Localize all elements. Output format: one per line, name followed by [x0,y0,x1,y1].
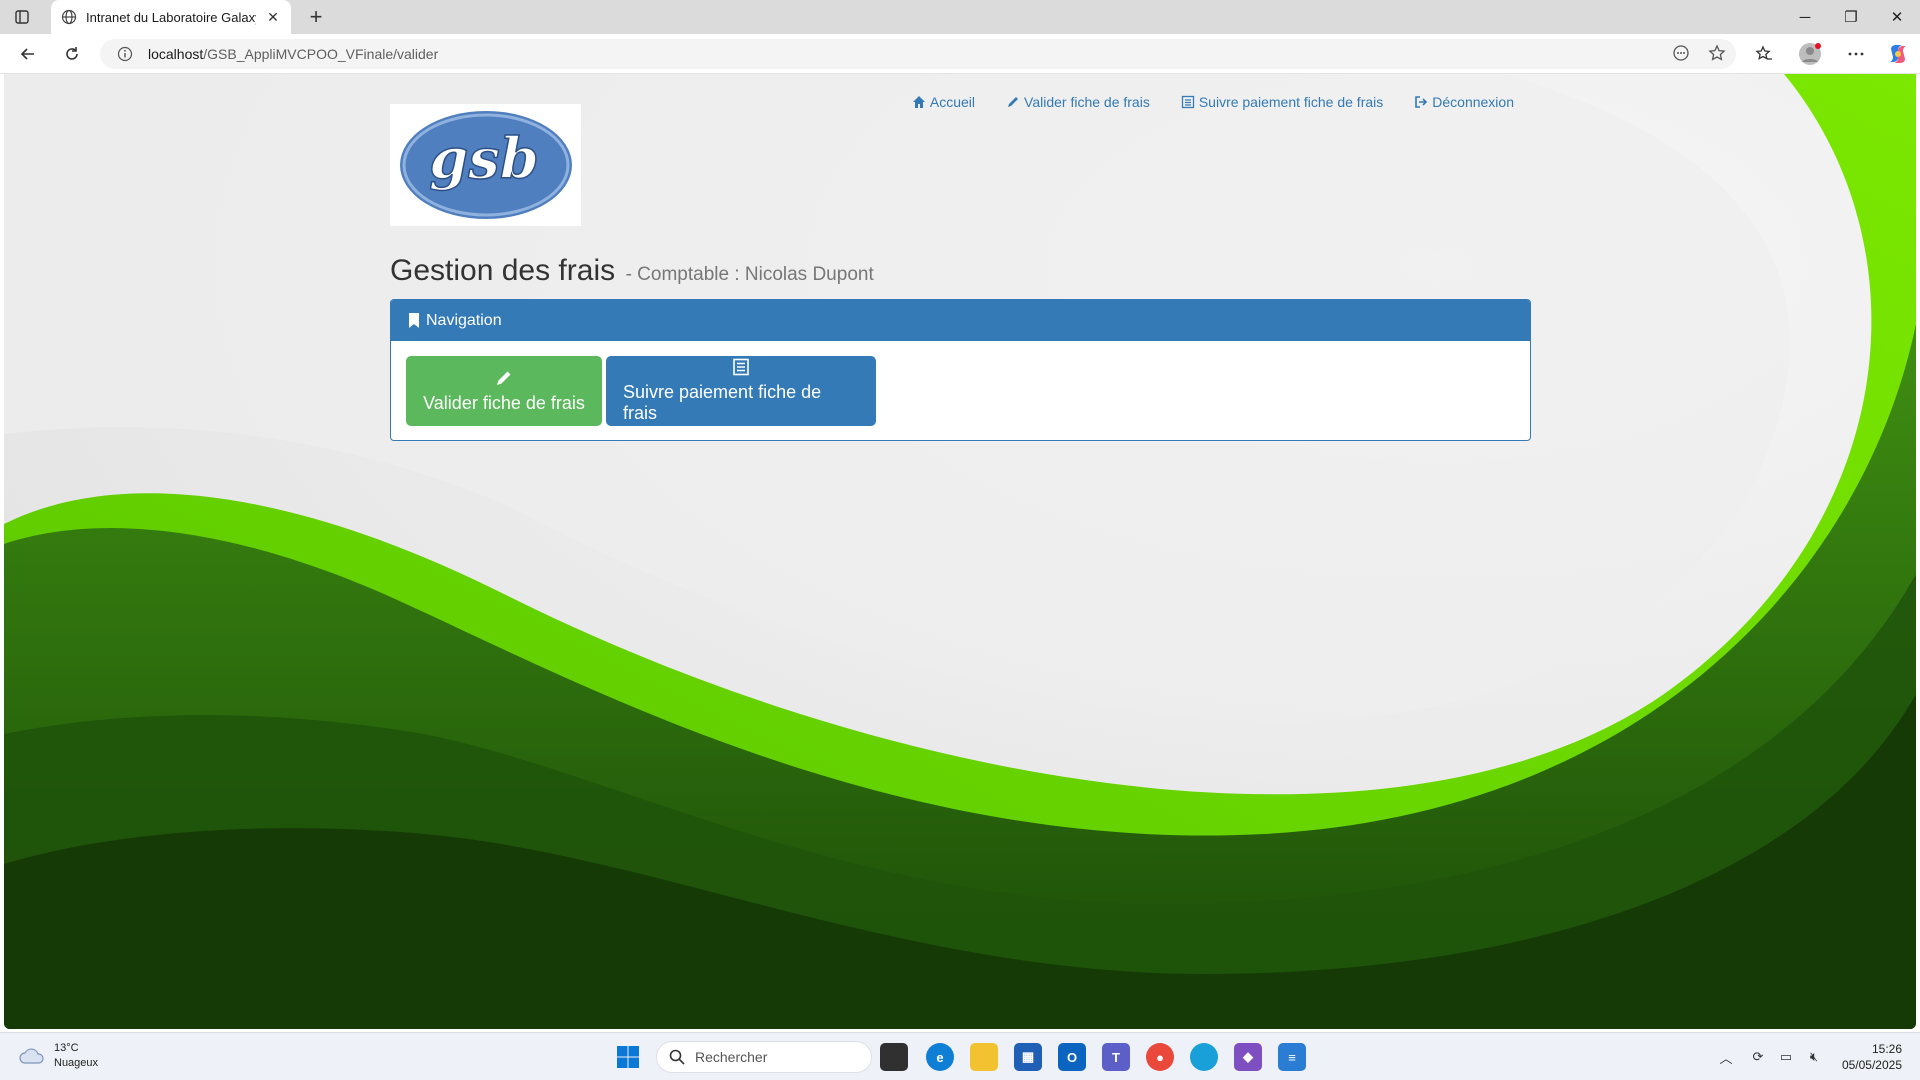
suivre-paiement-button[interactable]: Suivre paiement fiche de frais [606,356,876,426]
suivre-paiement-button-label: Suivre paiement fiche de frais [623,382,822,423]
navigation-panel-header: Navigation [391,300,1530,341]
pencil-icon [497,371,511,385]
read-aloud-icon[interactable] [1672,44,1690,62]
tab-actions-icon [15,10,29,24]
search-icon [669,1049,685,1065]
weather-widget[interactable]: 13°C Nuageux [18,1041,98,1071]
cloud-icon [19,1048,44,1064]
green-wave-background [4,74,1916,1029]
new-tab-button[interactable]: + [302,3,330,31]
logout-icon [1415,96,1428,108]
tab-actions-button[interactable] [8,5,36,29]
nav-deconnexion-label: Déconnexion [1432,94,1514,110]
pencil-icon [1008,97,1019,107]
back-icon[interactable] [12,38,44,70]
home-icon [912,96,925,108]
tab-title: Intranet du Laboratoire Galaxy-Swiss Bou… [86,9,256,25]
copilot-icon[interactable] [1882,38,1914,70]
navigation-panel-title: Navigation [426,311,502,329]
weather-condition: Nuageux [54,1057,99,1069]
browser-toolbar: localhost/GSB_AppliMVCPOO_VFinale/valide… [0,34,1920,74]
weather-temperature: 13°C [54,1042,79,1054]
network-icon[interactable]: ▭ [1776,1047,1796,1067]
chrome-icon[interactable]: ● [1146,1043,1174,1071]
tray-overflow-icon[interactable]: ︿ [1716,1047,1736,1067]
edge-browser-icon[interactable]: e [926,1043,954,1071]
browser-tab[interactable]: Intranet du Laboratoire Galaxy-Swiss Bou… [51,0,291,34]
task-view-icon[interactable] [880,1043,908,1071]
valider-fiche-button-label: Valider fiche de frais [423,392,585,413]
top-navigation: Accueil Valider fiche de frais Suivre pa… [912,94,1514,110]
page-title-subtitle: - Comptable : Nicolas Dupont [625,264,874,285]
more-options-icon[interactable] [1840,38,1872,70]
windows-start-icon[interactable] [616,1045,640,1069]
sync-icon[interactable]: ⟳ [1748,1047,1768,1067]
browser-tab-bar: Intranet du Laboratoire Galaxy-Swiss Bou… [0,0,1920,34]
address-bar-icons [1672,44,1726,62]
logo-text: gsb [429,126,539,192]
nav-valider-label: Valider fiche de frais [1024,94,1150,110]
navigation-panel-body: Valider fiche de frais Suivre paiement f… [391,341,1530,440]
globe-icon [61,9,77,25]
favorites-icon[interactable] [1748,38,1780,70]
nav-accueil-link[interactable]: Accueil [912,94,975,110]
taskbar-clock[interactable]: 15:26 05/05/2025 [1842,1041,1902,1073]
address-bar[interactable]: localhost/GSB_AppliMVCPOO_VFinale/valide… [100,39,1736,69]
microsoft-store-icon[interactable]: ▦ [1014,1043,1042,1071]
taskbar-search-placeholder: Rechercher [695,1049,768,1065]
url-path: /GSB_AppliMVCPOO_VFinale/valider [203,46,439,62]
navigation-panel: Navigation Valider fiche de frais Suivre… [390,299,1531,441]
nav-suivre-link[interactable]: Suivre paiement fiche de frais [1181,94,1383,110]
valider-fiche-button[interactable]: Valider fiche de frais [406,356,602,426]
list-icon [733,358,749,376]
favorite-star-icon[interactable] [1708,44,1726,62]
nav-accueil-label: Accueil [929,94,976,110]
clock-date: 05/05/2025 [1841,1058,1902,1072]
profile-avatar[interactable] [1794,38,1826,70]
page-viewport: gsb Accueil Valider fiche de frais Suivr… [4,74,1916,1029]
taskbar-search[interactable]: Rechercher [656,1041,872,1073]
nav-valider-link[interactable]: Valider fiche de frais [1006,94,1150,110]
file-explorer-icon[interactable] [970,1043,998,1071]
app-icon-blue[interactable] [1190,1043,1218,1071]
nav-deconnexion-link[interactable]: Déconnexion [1414,94,1514,110]
bookmark-icon [409,313,419,328]
windows-taskbar: 13°C Nuageux Rechercher e ▦ O T ● ◆ ≡ ︿ … [0,1032,1920,1080]
list-icon [1181,95,1194,109]
teams-icon[interactable]: T [1102,1043,1130,1071]
url-host: localhost [148,46,204,62]
notepad-icon[interactable]: ≡ [1278,1043,1306,1071]
tab-close-icon[interactable]: ✕ [265,9,281,26]
site-info-icon[interactable] [116,45,134,63]
close-window-icon[interactable]: ✕ [1874,0,1920,34]
page-title: Gestion des frais - Comptable : Nicolas … [390,254,874,288]
refresh-icon[interactable] [56,38,88,70]
clock-time: 15:26 [1871,1042,1902,1056]
nav-suivre-label: Suivre paiement fiche de frais [1198,94,1384,110]
minimize-icon[interactable]: ─ [1782,0,1828,34]
page-title-main: Gestion des frais [390,254,616,287]
gsb-logo: gsb [390,104,581,226]
volume-muted-icon[interactable]: 🔇︎ [1804,1047,1824,1067]
visual-studio-icon[interactable]: ◆ [1234,1043,1262,1071]
url-text: localhost/GSB_AppliMVCPOO_VFinale/valide… [148,46,438,62]
outlook-icon[interactable]: O [1058,1043,1086,1071]
restore-icon[interactable]: ❐ [1828,0,1874,34]
